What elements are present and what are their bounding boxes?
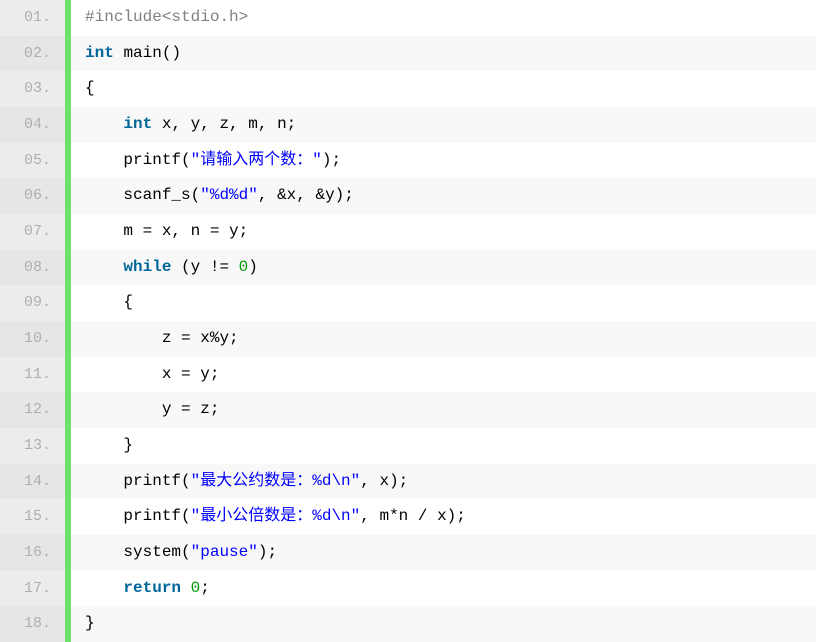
code-token: printf xyxy=(123,472,181,490)
code-token: return xyxy=(123,579,181,597)
code-token: } xyxy=(85,614,95,632)
line-number: 16. xyxy=(0,535,65,571)
code-token: , m*n / x); xyxy=(360,507,466,525)
indent xyxy=(85,436,123,454)
code-token: while xyxy=(123,258,171,276)
code-token: z = x%y; xyxy=(162,329,239,347)
indent xyxy=(85,579,123,597)
code-token xyxy=(181,579,191,597)
indent xyxy=(85,543,123,561)
code-line: } xyxy=(71,606,816,642)
code-line: #include<stdio.h> xyxy=(71,0,816,36)
line-number: 07. xyxy=(0,214,65,250)
indent xyxy=(85,329,162,347)
indent xyxy=(85,472,123,490)
code-line: printf("最大公约数是：%d\n", x); xyxy=(71,464,816,500)
line-number: 15. xyxy=(0,499,65,535)
line-number: 01. xyxy=(0,0,65,36)
code-token: 0 xyxy=(191,579,201,597)
code-token: ( xyxy=(181,151,191,169)
code-token: ( xyxy=(181,472,191,490)
line-number: 04. xyxy=(0,107,65,143)
code-line: { xyxy=(71,71,816,107)
code-token xyxy=(114,44,124,62)
indent xyxy=(85,151,123,169)
code-line: printf("最小公倍数是：%d\n", m*n / x); xyxy=(71,499,816,535)
code-token: 0 xyxy=(239,258,249,276)
code-token: ( xyxy=(191,186,201,204)
line-number: 05. xyxy=(0,143,65,179)
code-token: int xyxy=(85,44,114,62)
code-line: scanf_s("%d%d", &x, &y); xyxy=(71,178,816,214)
code-token: m = x, n = y; xyxy=(123,222,248,240)
code-token: () xyxy=(162,44,181,62)
line-number: 12. xyxy=(0,392,65,428)
code-token: ); xyxy=(258,543,277,561)
line-number: 02. xyxy=(0,36,65,72)
code-token: y = z; xyxy=(162,400,220,418)
indent xyxy=(85,222,123,240)
code-line: int main() xyxy=(71,36,816,72)
code-column: #include<stdio.h>int main(){ int x, y, z… xyxy=(71,0,816,642)
line-number: 03. xyxy=(0,71,65,107)
code-token xyxy=(152,115,162,133)
code-token: scanf_s xyxy=(123,186,190,204)
code-line: system("pause"); xyxy=(71,535,816,571)
indent xyxy=(85,507,123,525)
code-token: #include<stdio.h> xyxy=(85,8,248,26)
line-number: 18. xyxy=(0,606,65,642)
line-number: 08. xyxy=(0,250,65,286)
line-number: 06. xyxy=(0,178,65,214)
code-token: int xyxy=(123,115,152,133)
code-token: { xyxy=(85,79,95,97)
code-line: y = z; xyxy=(71,392,816,428)
code-token: ); xyxy=(322,151,341,169)
code-block: 01.02.03.04.05.06.07.08.09.10.11.12.13.1… xyxy=(0,0,816,642)
code-token: (y != xyxy=(171,258,238,276)
code-token: ( xyxy=(181,507,191,525)
code-line: { xyxy=(71,285,816,321)
code-token: "请输入两个数：" xyxy=(191,151,322,169)
code-line: int x, y, z, m, n; xyxy=(71,107,816,143)
code-token: x = y; xyxy=(162,365,220,383)
line-number: 17. xyxy=(0,571,65,607)
code-token: printf xyxy=(123,507,181,525)
code-token: { xyxy=(123,293,133,311)
code-token: ) xyxy=(248,258,258,276)
code-token: ( xyxy=(181,543,191,561)
indent xyxy=(85,258,123,276)
line-number: 14. xyxy=(0,464,65,500)
code-token: , x); xyxy=(360,472,408,490)
code-token: system xyxy=(123,543,181,561)
code-token: } xyxy=(123,436,133,454)
indent xyxy=(85,365,162,383)
code-token: main xyxy=(123,44,161,62)
code-line: while (y != 0) xyxy=(71,250,816,286)
indent xyxy=(85,400,162,418)
code-token: "最大公约数是：%d\n" xyxy=(191,472,361,490)
code-token: "最小公倍数是：%d\n" xyxy=(191,507,361,525)
line-number: 10. xyxy=(0,321,65,357)
indent xyxy=(85,186,123,204)
code-token: printf xyxy=(123,151,181,169)
line-number-gutter: 01.02.03.04.05.06.07.08.09.10.11.12.13.1… xyxy=(0,0,65,642)
indent xyxy=(85,293,123,311)
code-line: m = x, n = y; xyxy=(71,214,816,250)
code-token: "%d%d" xyxy=(200,186,258,204)
indent xyxy=(85,115,123,133)
code-line: printf("请输入两个数："); xyxy=(71,143,816,179)
code-token: "pause" xyxy=(191,543,258,561)
code-line: x = y; xyxy=(71,357,816,393)
line-number: 11. xyxy=(0,357,65,393)
code-line: z = x%y; xyxy=(71,321,816,357)
code-token: ; xyxy=(200,579,210,597)
code-token: , &x, &y); xyxy=(258,186,354,204)
code-token: x, y, z, m, n; xyxy=(162,115,296,133)
code-line: return 0; xyxy=(71,571,816,607)
line-number: 09. xyxy=(0,285,65,321)
line-number: 13. xyxy=(0,428,65,464)
code-line: } xyxy=(71,428,816,464)
